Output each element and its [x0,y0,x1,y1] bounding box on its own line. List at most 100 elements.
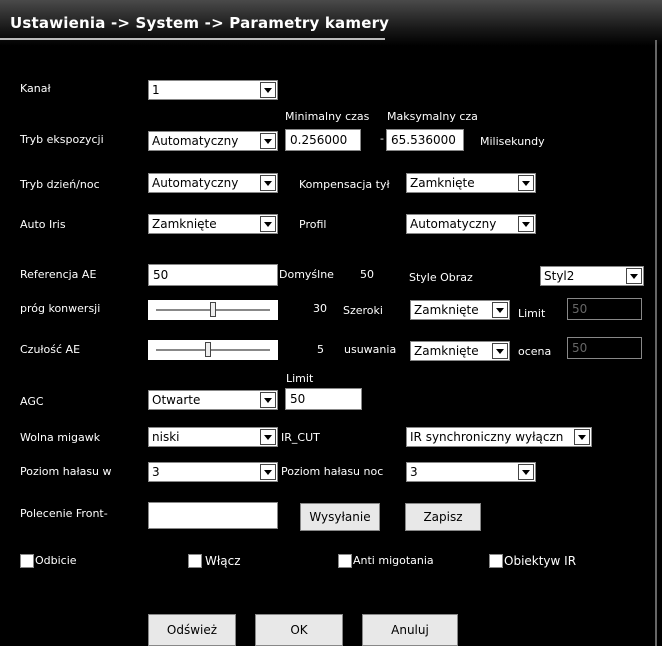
wolna-migawka-value: niski [152,430,180,444]
ir-cut-label: IR_CUT [281,431,320,444]
odbicie-checkbox[interactable] [20,554,34,568]
agc-value: Otwarte [152,393,201,407]
chevron-down-icon [260,429,276,445]
tryb-dzien-noc-label: Tryb dzień/noc [20,178,100,191]
chevron-down-icon [518,216,534,232]
poziom-halasu-noc-label: Poziom hałasu noc [281,465,384,478]
tryb-ekspozycji-label: Tryb ekspozycji [20,133,104,146]
chevron-down-icon [492,302,508,318]
max-czas-label: Maksymalny cza [387,110,478,123]
tryb-dzien-noc-select[interactable]: Automatyczny [148,173,278,193]
ocena-input[interactable]: 50 [567,337,642,359]
kanal-value: 1 [152,83,160,97]
tryb-ekspozycji-select[interactable]: Automatyczny [148,131,278,151]
szeroki-limit-label: Limit [518,307,546,320]
title-underline [0,38,385,40]
usuwania-label: usuwania [344,343,397,356]
poziom-halasu-noc-select[interactable]: 3 [406,462,536,482]
min-czas-input[interactable]: 0.256000 [285,129,361,151]
kompensacja-label: Kompensacja tył [299,178,390,191]
chevron-down-icon [574,429,590,445]
chevron-down-icon [492,343,508,359]
domyslne-value: 50 [360,268,374,281]
usuwania-select[interactable]: Zamknięte [410,341,510,361]
chevron-down-icon [260,392,276,408]
obiektyw-ir-checkbox[interactable] [489,554,503,568]
ir-cut-select[interactable]: IR synchroniczny wyłączn [406,427,592,447]
odswiez-button[interactable]: Odśwież [148,614,236,646]
chevron-down-icon [518,464,534,480]
wlacz-label: Włącz [205,554,241,568]
chevron-down-icon [626,268,642,284]
szeroki-limit-input[interactable]: 50 [567,298,642,320]
dash-separator: - [380,132,384,145]
style-obraz-value: Styl2 [544,269,575,283]
ocena-label: ocena [518,345,552,358]
poziom-halasu-w-label: Poziom hałasu w [20,465,112,478]
ok-button[interactable]: OK [255,614,343,646]
slider-thumb[interactable] [210,302,216,317]
style-obraz-select[interactable]: Styl2 [540,266,644,286]
profil-select[interactable]: Automatyczny [406,214,536,234]
page-title: Ustawienia -> System -> Parametry kamery [10,14,390,32]
anuluj-button[interactable]: Anuluj [362,614,458,646]
domyslne-label: Domyślne [279,268,334,281]
chevron-down-icon [260,464,276,480]
prog-konwersji-value: 30 [313,302,327,315]
min-czas-label: Minimalny czas [285,110,370,123]
profil-value: Automatyczny [410,217,497,231]
auto-iris-label: Auto Iris [20,218,66,231]
wysylanie-button[interactable]: Wysyłanie [300,503,380,531]
kompensacja-select[interactable]: Zamknięte [406,173,536,193]
auto-iris-value: Zamknięte [152,217,217,231]
prog-konwersji-slider[interactable] [148,300,278,320]
zapisz-button[interactable]: Zapisz [405,503,481,531]
czulosc-ae-label: Czułość AE [20,343,81,356]
czulosc-ae-slider[interactable] [148,340,278,360]
anti-migotania-label: Anti migotania [353,554,434,567]
polecenie-front-label: Polecenie Front- [20,507,108,520]
prog-konwersji-label: próg konwersji [20,302,101,315]
agc-limit-input[interactable]: 50 [285,388,362,410]
wlacz-checkbox[interactable] [188,554,202,568]
chevron-down-icon [260,175,276,191]
agc-limit-label: Limit [286,372,314,385]
polecenie-front-input[interactable] [148,502,278,529]
profil-label: Profil [299,218,327,231]
kanal-select[interactable]: 1 [148,80,278,100]
slider-thumb[interactable] [204,342,211,357]
milisekundy-label: Milisekundy [480,135,545,148]
auto-iris-select[interactable]: Zamknięte [148,214,278,234]
referencja-ae-label: Referencja AE [20,268,97,281]
poziom-halasu-w-value: 3 [152,465,160,479]
chevron-down-icon [260,82,276,98]
title-bar: Ustawienia -> System -> Parametry kamery [0,0,662,46]
agc-select[interactable]: Otwarte [148,390,278,410]
referencja-ae-input[interactable]: 50 [148,264,278,286]
panel-border [655,40,657,646]
chevron-down-icon [260,133,276,149]
czulosc-ae-value: 5 [317,343,324,356]
wolna-migawka-select[interactable]: niski [148,427,278,447]
slider-track [156,349,270,351]
usuwania-value: Zamknięte [414,344,479,358]
obiektyw-ir-label: Obiektyw IR [504,554,577,568]
tryb-dzien-noc-value: Automatyczny [152,176,239,190]
kompensacja-value: Zamknięte [410,176,475,190]
chevron-down-icon [260,216,276,232]
szeroki-select[interactable]: Zamknięte [410,300,510,320]
kanal-label: Kanał [20,82,51,95]
style-obraz-label: Style Obraz [409,271,473,284]
tryb-ekspozycji-value: Automatyczny [152,134,239,148]
odbicie-label: Odbicie [35,554,77,567]
chevron-down-icon [518,175,534,191]
ir-cut-value: IR synchroniczny wyłączn [410,430,564,444]
agc-label: AGC [20,395,44,408]
szeroki-value: Zamknięte [414,303,479,317]
szeroki-label: Szeroki [343,304,383,317]
poziom-halasu-w-select[interactable]: 3 [148,462,278,482]
wolna-migawka-label: Wolna migawk [20,431,101,444]
max-czas-input[interactable]: 65.536000 [386,129,464,151]
anti-migotania-checkbox[interactable] [338,554,352,568]
poziom-halasu-noc-value: 3 [410,465,418,479]
